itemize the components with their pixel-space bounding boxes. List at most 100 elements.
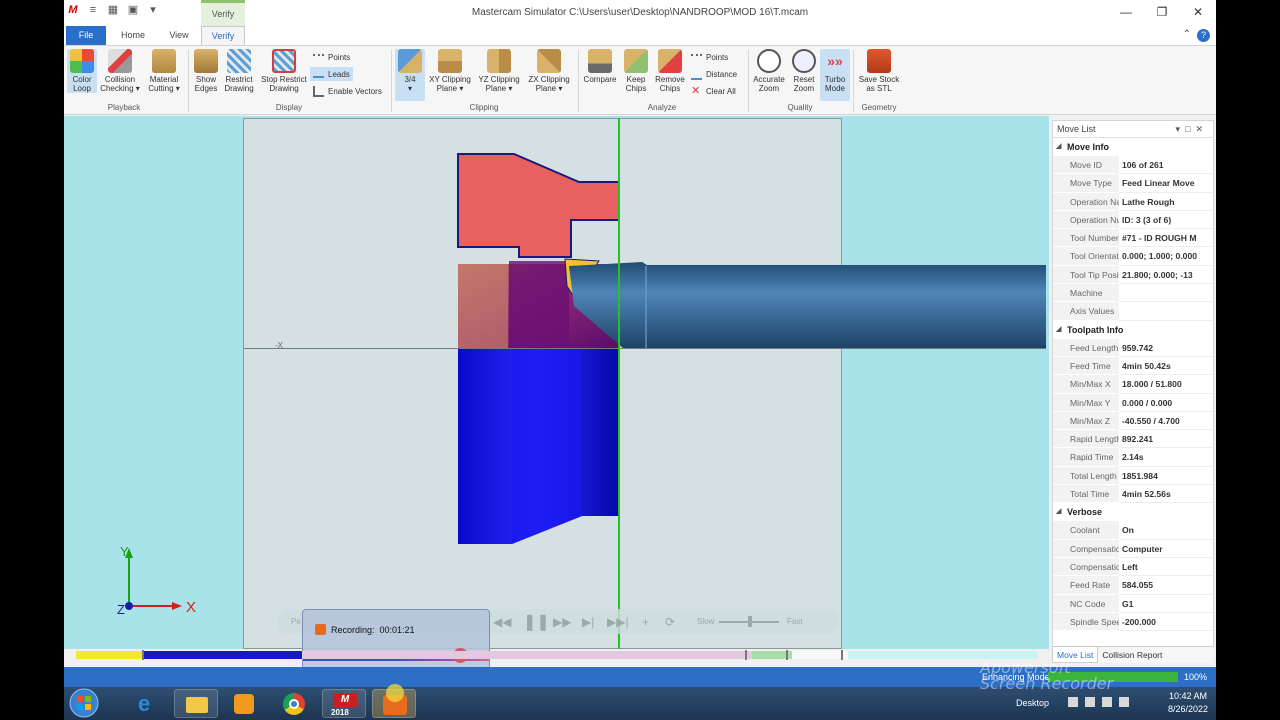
media-player-icon[interactable] [222,689,266,718]
file-explorer-icon[interactable] [174,689,218,718]
enable-vectors-button[interactable]: Enable Vectors [310,84,385,98]
leads-button[interactable]: Leads [310,67,353,81]
property-row: Tool Tip Posit 21.800; 0.000; -13 [1053,265,1213,285]
simulation-viewport[interactable]: -X Pe ◀◀ ❚❚ ▶▶ ▶| ▶▶| + ⟳ Slow Fast Y Z … [64,116,1049,681]
tray-flag-icon[interactable] [1085,697,1095,707]
analyze-points-icon [691,53,702,65]
property-value: 0.000 / 0.000 [1119,394,1213,412]
tab-view[interactable]: View [160,26,198,45]
save-icon[interactable]: ▣ [126,3,140,17]
panel-controls[interactable]: ▾□✕ [1176,121,1209,138]
triad-x-label: X [186,599,196,616]
layers-icon[interactable]: ≡ [86,3,100,17]
zx-clipping-icon [537,49,561,73]
mastercam-taskbar-icon[interactable]: M 2018 [322,689,366,718]
move-list-section-header[interactable]: Verbose [1053,503,1213,522]
customize-dropdown-icon[interactable]: ▾ [146,3,160,17]
open-file-icon[interactable]: ▦ [106,3,120,17]
yz-clipping-icon [487,49,511,73]
desktop-toolbar-label[interactable]: Desktop [1016,698,1049,708]
property-row: Tool Orientati 0.000; 1.000; 0.000 [1053,247,1213,266]
tray-arrow-icon[interactable] [1068,697,1078,707]
property-row: Move ID 106 of 261 [1053,156,1213,175]
move-list-section-header[interactable]: Move Info [1053,138,1213,156]
step-back-icon[interactable]: ◀◀ [493,615,511,629]
start-button[interactable] [66,687,102,720]
speed-slow-label: Slow [697,617,715,626]
tab-verify[interactable]: Verify [201,26,245,45]
material-cutting-icon [152,49,176,73]
yz-clipping-plane-button[interactable]: YZ Clipping Plane ▾ [476,49,522,93]
property-value: Computer [1119,540,1213,558]
show-edges-button[interactable]: Show Edges [191,49,221,93]
collision-checking-button[interactable]: Collision Checking ▾ [98,49,142,93]
toolpath-color-strip[interactable] [76,651,1038,659]
property-key: Total Time [1053,485,1119,504]
ribbon-tab-row: File Home View Verify ⌃ ? [64,26,1216,45]
tab-home[interactable]: Home [110,26,156,45]
save-stock-as-stl-button[interactable]: Save Stock as STL [856,49,902,93]
tray-network-icon[interactable] [1102,697,1112,707]
keep-chips-icon [624,49,648,73]
zx-clipping-plane-button[interactable]: ZX Clipping Plane ▾ [526,49,572,93]
accurate-zoom-button[interactable]: Accurate Zoom [751,49,787,93]
property-value: -40.550 / 4.700 [1119,412,1213,431]
keep-chips-button[interactable]: Keep Chips [621,49,651,93]
collapse-ribbon-icon[interactable]: ⌃ [1183,29,1191,42]
jump-end-icon[interactable]: ▶▶| [607,615,629,629]
property-key: Operation Na [1053,192,1119,211]
loop-icon[interactable]: ⟳ [665,615,675,629]
three-quarter-view-button[interactable]: 3/4 ▾ [395,49,425,101]
property-row: NC Code G1 [1053,594,1213,613]
triad-z-label: Z [117,602,125,617]
property-value: -200.000 [1119,613,1213,632]
material-cutting-button[interactable]: Material Cutting ▾ [144,49,184,93]
help-icon[interactable]: ? [1197,29,1210,42]
ribbon-help-controls: ⌃ ? [1183,29,1210,42]
property-value: 18.000 / 51.800 [1119,375,1213,394]
internet-explorer-icon[interactable]: e [126,689,170,718]
compare-button[interactable]: Compare [581,49,619,84]
property-key: Total Length [1053,466,1119,486]
stop-restrict-drawing-button[interactable]: Stop Restrict Drawing [258,49,310,93]
step-forward-icon[interactable]: ▶▶ [553,615,571,629]
restrict-drawing-icon [227,49,251,73]
restrict-drawing-button[interactable]: Restrict Drawing [222,49,256,93]
turbo-mode-button[interactable]: »» Turbo Mode [820,49,850,101]
color-loop-button[interactable]: Color Loop [67,49,97,93]
reset-zoom-icon [792,49,816,73]
playback-group-label: Playback [107,103,141,112]
xy-clipping-plane-button[interactable]: XY Clipping Plane ▾ [427,49,473,93]
speed-slider-thumb[interactable] [748,616,752,627]
display-points-button[interactable]: Points [310,50,353,64]
collision-checking-icon [108,49,132,73]
tab-file[interactable]: File [66,26,106,45]
clear-all-button[interactable]: ✕ Clear All [688,84,739,98]
property-value: Lathe Rough [1119,193,1213,211]
pause-icon[interactable]: ❚❚ [523,612,550,632]
property-row: Feed Length 959.742 [1053,338,1213,357]
maximize-button[interactable]: ❐ [1144,0,1180,24]
property-key: Spindle Speed [1053,612,1119,632]
analyze-points-button[interactable]: Points [688,50,731,64]
tray-volume-icon[interactable] [1119,697,1129,707]
close-button[interactable]: ✕ [1180,0,1216,24]
move-list-header: Move List ▾□✕ [1053,121,1213,138]
screen-recorder-taskbar-icon[interactable] [372,684,416,718]
system-clock[interactable]: 10:42 AM 8/26/2022 [1168,690,1208,716]
stop-marker-icon[interactable]: + [642,615,649,629]
mastercam-simulator-window: M ≡ ▦ ▣ ▾ Verify Mastercam Simulator C:\… [64,0,1216,720]
remove-chips-button[interactable]: Remove Chips [653,49,687,93]
distance-button[interactable]: Distance [688,67,740,81]
move-list-section-header[interactable]: Toolpath Info [1053,320,1213,339]
system-tray-icons[interactable] [1068,697,1129,707]
property-value: 1851.984 [1119,467,1213,486]
minimize-button[interactable]: — [1108,0,1144,24]
reset-zoom-button[interactable]: Reset Zoom [789,49,819,93]
property-key: Tool Orientati [1053,247,1119,266]
recording-title: Recording: 00:01:21 [315,624,415,635]
accurate-zoom-icon [757,49,781,73]
property-key: Move Type [1053,174,1119,193]
chrome-icon[interactable] [272,689,316,718]
forward-icon[interactable]: ▶| [582,615,594,629]
